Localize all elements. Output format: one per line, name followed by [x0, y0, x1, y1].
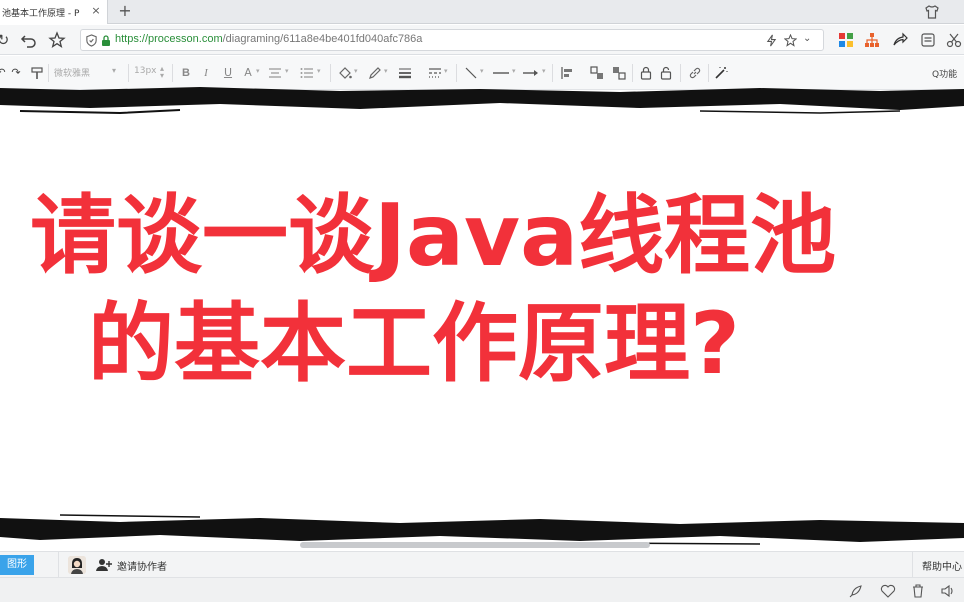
status-divider	[912, 552, 913, 578]
toolbar-divider	[552, 64, 553, 82]
new-tab-button[interactable]: +	[116, 2, 134, 20]
url-field[interactable]: https://processon.com/diagraming/611a8e4…	[80, 29, 824, 51]
lightning-icon[interactable]	[765, 34, 778, 47]
toolbar-divider	[456, 64, 457, 82]
chevron-down-icon[interactable]: ▾	[512, 67, 516, 75]
chevron-down-icon[interactable]: ▾	[480, 67, 484, 75]
share-arrow-icon[interactable]	[892, 32, 908, 48]
stepper-icon[interactable]: ▴ ▾	[160, 65, 164, 80]
fill-bucket-icon[interactable]	[338, 66, 352, 80]
toolbar-divider	[172, 64, 173, 82]
trash-icon[interactable]	[910, 583, 926, 599]
apps-grid-icon[interactable]	[838, 32, 854, 48]
ungroup-icon[interactable]	[612, 66, 626, 80]
refresh-icon[interactable]: ↻	[0, 31, 12, 49]
chevron-down-icon[interactable]: ▾	[285, 67, 289, 75]
align-icon[interactable]	[268, 67, 282, 79]
tab-title: 池基本工作原理 - P	[2, 8, 80, 19]
pen-icon[interactable]	[368, 66, 382, 80]
undo-tool-icon[interactable]: ↶	[0, 65, 6, 81]
favorite-star-icon[interactable]	[48, 31, 66, 49]
italic-icon[interactable]: I	[200, 65, 212, 81]
url-text: https://processon.com/diagraming/611a8e4…	[115, 33, 422, 45]
connector-icon[interactable]	[464, 66, 478, 80]
undo-icon[interactable]	[20, 31, 38, 49]
font-color-icon[interactable]: A	[242, 65, 254, 81]
list-icon[interactable]	[300, 67, 314, 79]
headline-line-2[interactable]: 的基本工作原理?	[88, 296, 964, 392]
tab-close-icon[interactable]: ×	[90, 5, 102, 17]
browser-status-strip	[0, 577, 964, 602]
shield-icon	[86, 34, 97, 47]
skin-icon[interactable]	[924, 4, 940, 20]
toolbar-divider	[680, 64, 681, 82]
unlock-shape-icon[interactable]	[660, 66, 672, 80]
underline-icon[interactable]: U	[222, 65, 234, 81]
url-path: /diagraming/611a8e4be401fd040afc786a	[222, 33, 423, 45]
line-start-icon[interactable]	[492, 67, 510, 79]
toolbar-divider	[48, 64, 49, 82]
url-host: https://processon.com	[115, 33, 223, 45]
font-family-select[interactable]: 微软雅黑	[54, 66, 90, 79]
lock-icon	[102, 35, 110, 46]
chevron-down-icon[interactable]: ▾	[317, 67, 321, 75]
magic-wand-icon[interactable]	[714, 66, 728, 80]
redo-tool-icon[interactable]: ↷	[10, 65, 22, 81]
bottom-brush-stroke	[0, 514, 964, 545]
group-icon[interactable]	[590, 66, 604, 80]
add-user-icon[interactable]	[96, 558, 112, 572]
font-size-select[interactable]: 13px	[134, 66, 157, 76]
chevron-down-icon[interactable]: ▾	[384, 67, 388, 75]
headline-line-1[interactable]: 请谈一谈Java线程池	[30, 188, 964, 284]
scissors-icon[interactable]	[946, 32, 962, 48]
toolbar-divider	[708, 64, 709, 82]
chevron-down-icon[interactable]: ⌄	[803, 33, 811, 44]
chevron-down-icon[interactable]: ▾	[112, 66, 116, 75]
link-icon[interactable]	[688, 66, 702, 80]
avatar[interactable]	[68, 556, 86, 574]
rocket-icon[interactable]	[848, 583, 864, 599]
panel-icon[interactable]	[920, 32, 936, 48]
toolbar-divider	[632, 64, 633, 82]
chevron-down-icon[interactable]: ▾	[542, 67, 546, 75]
help-center-link[interactable]: 帮助中心	[922, 558, 962, 573]
org-chart-icon[interactable]	[864, 32, 880, 48]
feature-search[interactable]: Q功能	[932, 67, 957, 80]
user-avatar-icon	[68, 556, 86, 574]
browser-tab[interactable]: 池基本工作原理 - P ×	[0, 0, 108, 24]
align-shapes-icon[interactable]	[560, 66, 574, 80]
browser-tab-bar: 池基本工作原理 - P × +	[0, 0, 964, 24]
heart-icon[interactable]	[880, 583, 896, 599]
line-style-icon[interactable]	[428, 67, 442, 79]
address-bar: ↻ https://processon.com/diagraming/611a8…	[0, 25, 964, 55]
editor-status-bar: 图形 邀请协作者 帮助中心	[0, 551, 964, 578]
app-window: 池基本工作原理 - P × + ↻ https://processon.com/…	[0, 0, 964, 602]
status-divider	[58, 552, 59, 578]
format-painter-icon[interactable]	[30, 66, 44, 80]
line-weight-icon[interactable]	[398, 67, 412, 79]
chevron-down-icon[interactable]: ▾	[256, 67, 260, 75]
toolbar-divider	[128, 64, 129, 82]
horizontal-scrollbar[interactable]	[300, 542, 650, 548]
chevron-down-icon[interactable]: ▾	[444, 67, 448, 75]
toolbar-divider	[330, 64, 331, 82]
arrow-end-icon[interactable]	[522, 67, 540, 79]
speaker-icon[interactable]	[940, 583, 956, 599]
bold-icon[interactable]: B	[180, 65, 192, 81]
top-brush-stroke	[0, 87, 964, 115]
bookmark-star-icon[interactable]	[784, 34, 797, 47]
shapes-button[interactable]: 图形	[0, 555, 34, 575]
invite-collaborators-label[interactable]: 邀请协作者	[117, 558, 167, 573]
lock-shape-icon[interactable]	[640, 66, 652, 80]
chevron-down-icon[interactable]: ▾	[354, 67, 358, 75]
